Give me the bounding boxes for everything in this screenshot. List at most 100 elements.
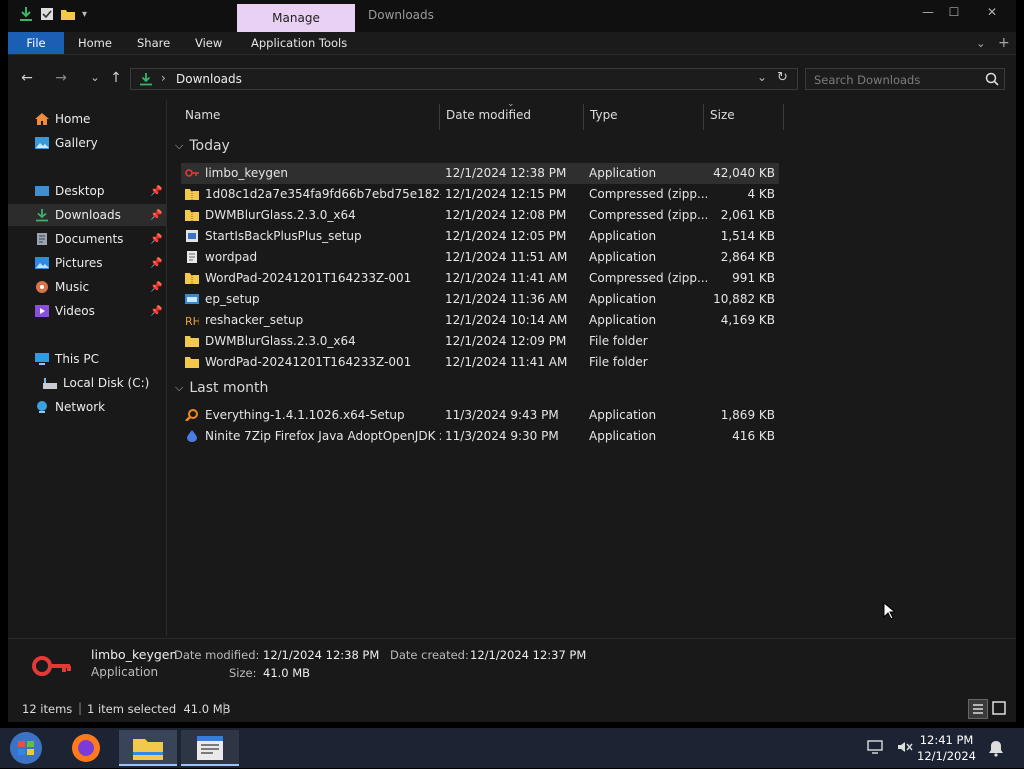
table-row[interactable]: Ninite 7Zip Firefox Java AdoptOpenJDK x.…	[181, 426, 779, 447]
collapse-chevron-icon: ⌵	[175, 139, 184, 152]
svg-text:RH: RH	[185, 315, 199, 326]
table-row[interactable]: Everything-1.4.1.1026.x64-Setup 11/3/2024…	[181, 405, 779, 426]
column-header-size[interactable]: Size	[710, 108, 735, 122]
forward-button[interactable]: →	[50, 68, 72, 88]
navigation-bar: ← → ⌄ ↑ › Downloads ⌄ ↻	[8, 62, 1016, 94]
details-view-button[interactable]	[968, 699, 988, 719]
column-divider[interactable]	[583, 104, 584, 130]
nav-documents[interactable]: Documents 📌	[8, 228, 166, 250]
file-date: 12/1/2024 11:51 AM	[445, 250, 568, 264]
recent-locations-icon[interactable]: ⌄	[84, 68, 106, 88]
volume-muted-icon[interactable]	[896, 738, 914, 756]
taskbar-wordpad[interactable]	[181, 730, 239, 766]
table-row[interactable]: ep_setup 12/1/2024 11:36 AM Application 10,…	[181, 289, 779, 310]
tab-home[interactable]: Home	[78, 32, 112, 54]
column-divider[interactable]	[703, 104, 704, 130]
explorer-window: ▾ Manage Downloads — ☐ ✕ File Home Share…	[8, 0, 1016, 722]
properties-icon[interactable]	[40, 7, 54, 21]
network-status-icon[interactable]	[866, 738, 884, 756]
file-date: 12/1/2024 12:05 PM	[445, 229, 567, 243]
nav-pictures[interactable]: Pictures 📌	[8, 252, 166, 274]
new-tab-icon[interactable]: +	[998, 32, 1010, 54]
close-button[interactable]: ✕	[974, 2, 1010, 22]
table-row[interactable]: StartIsBackPlusPlus_setup 12/1/2024 12:05…	[181, 226, 779, 247]
item-count: 12 items	[22, 702, 73, 716]
nav-home[interactable]: Home	[8, 108, 166, 130]
nav-this-pc[interactable]: This PC	[8, 348, 166, 370]
refresh-icon[interactable]: ↻	[777, 70, 788, 85]
maximize-button[interactable]: ☐	[936, 2, 972, 22]
address-bar[interactable]: › Downloads ⌄ ↻	[130, 68, 798, 90]
pictures-icon	[35, 257, 49, 269]
up-button[interactable]: ↑	[105, 68, 127, 88]
taskbar-firefox[interactable]	[64, 730, 108, 766]
table-row[interactable]: WordPad-20241201T164233Z-001 12/1/2024 11…	[181, 268, 779, 289]
downloads-icon	[36, 209, 48, 222]
taskbar-file-explorer[interactable]	[119, 730, 177, 766]
tab-application-tools[interactable]: Application Tools	[251, 32, 347, 54]
nav-desktop[interactable]: Desktop 📌	[8, 180, 166, 202]
nav-desktop-label: Desktop	[55, 184, 105, 198]
file-name: Everything-1.4.1.1026.x64-Setup	[205, 408, 405, 422]
column-divider[interactable]	[783, 104, 784, 130]
back-button[interactable]: ←	[16, 68, 38, 88]
group-header-last-month[interactable]: ⌵ Last month	[175, 380, 268, 396]
key-icon	[32, 656, 71, 676]
breadcrumb-downloads[interactable]: Downloads	[176, 72, 242, 86]
search-box	[805, 68, 1005, 90]
group-label: Last month	[189, 380, 269, 396]
nav-downloads[interactable]: Downloads 📌	[8, 204, 166, 226]
table-row[interactable]: DWMBlurGlass.2.3.0_x64 12/1/2024 12:08 PM…	[181, 205, 779, 226]
details-date-modified-label: Date modified:	[174, 648, 260, 662]
gallery-icon	[35, 137, 49, 149]
table-row[interactable]: 1d08c1d2a7e354fa9fd66b7ebd75e182-cd... 12…	[181, 184, 779, 205]
file-type: Application	[589, 166, 657, 180]
tab-view[interactable]: View	[195, 32, 222, 54]
tab-share[interactable]: Share	[137, 32, 170, 54]
expand-ribbon-icon[interactable]: ⌄	[976, 32, 986, 54]
key-icon	[185, 167, 199, 179]
mouse-cursor-icon	[883, 602, 895, 620]
table-row[interactable]: limbo_keygen 12/1/2024 12:38 PM Applicatio…	[181, 163, 779, 184]
group-header-today[interactable]: ⌵ Today	[175, 138, 230, 154]
table-row[interactable]: DWMBlurGlass.2.3.0_x64 12/1/2024 12:09 PM…	[181, 331, 779, 352]
nav-network[interactable]: Network	[8, 396, 166, 418]
nav-videos[interactable]: Videos 📌	[8, 300, 166, 322]
address-dropdown-icon[interactable]: ⌄	[757, 70, 767, 84]
table-row[interactable]: RH reshacker_setup 12/1/2024 10:14 AM Appli…	[181, 310, 779, 331]
file-size: 991 KB	[732, 271, 775, 285]
file-name: StartIsBackPlusPlus_setup	[205, 229, 362, 243]
videos-icon	[35, 305, 49, 317]
details-pane: limbo_keygen Application Date modified: …	[8, 638, 1016, 695]
clock-time: 12:41 PM	[919, 733, 974, 747]
file-name: DWMBlurGlass.2.3.0_x64	[205, 334, 356, 348]
tab-manage[interactable]: Manage	[237, 4, 355, 32]
start-button[interactable]	[6, 730, 50, 766]
file-name: 1d08c1d2a7e354fa9fd66b7ebd75e182-cd...	[205, 187, 441, 201]
zip-folder-icon	[185, 272, 199, 284]
nav-network-label: Network	[55, 400, 106, 414]
column-header-type[interactable]: Type	[590, 108, 618, 122]
customize-qat-icon[interactable]: ▾	[82, 9, 87, 20]
new-folder-icon[interactable]	[60, 7, 76, 21]
group-label: Today	[189, 138, 230, 154]
column-divider[interactable]	[439, 104, 440, 130]
column-header-date[interactable]: Date modified	[446, 108, 531, 122]
firefox-icon	[72, 734, 100, 762]
system-clock[interactable]: 12:41 PM 12/1/2024	[917, 732, 976, 764]
nav-local-disk[interactable]: Local Disk (C:)	[8, 372, 166, 394]
table-row[interactable]: wordpad 12/1/2024 11:51 AM Application 2,86…	[181, 247, 779, 268]
nav-gallery[interactable]: Gallery	[8, 132, 166, 154]
nav-music[interactable]: Music 📌	[8, 276, 166, 298]
search-icon[interactable]	[985, 72, 999, 86]
large-icons-view-button[interactable]	[990, 699, 1010, 719]
table-row[interactable]: WordPad-20241201T164233Z-001 12/1/2024 11…	[181, 352, 779, 373]
column-header-name[interactable]: Name	[185, 108, 220, 122]
notification-bell-icon[interactable]	[988, 739, 1004, 757]
file-name: wordpad	[205, 250, 258, 264]
search-input[interactable]	[812, 71, 976, 89]
nav-downloads-label: Downloads	[55, 208, 121, 222]
file-type: Compressed (zipp...	[589, 187, 707, 201]
file-type: Application	[589, 313, 657, 327]
tab-file[interactable]: File	[8, 32, 64, 54]
